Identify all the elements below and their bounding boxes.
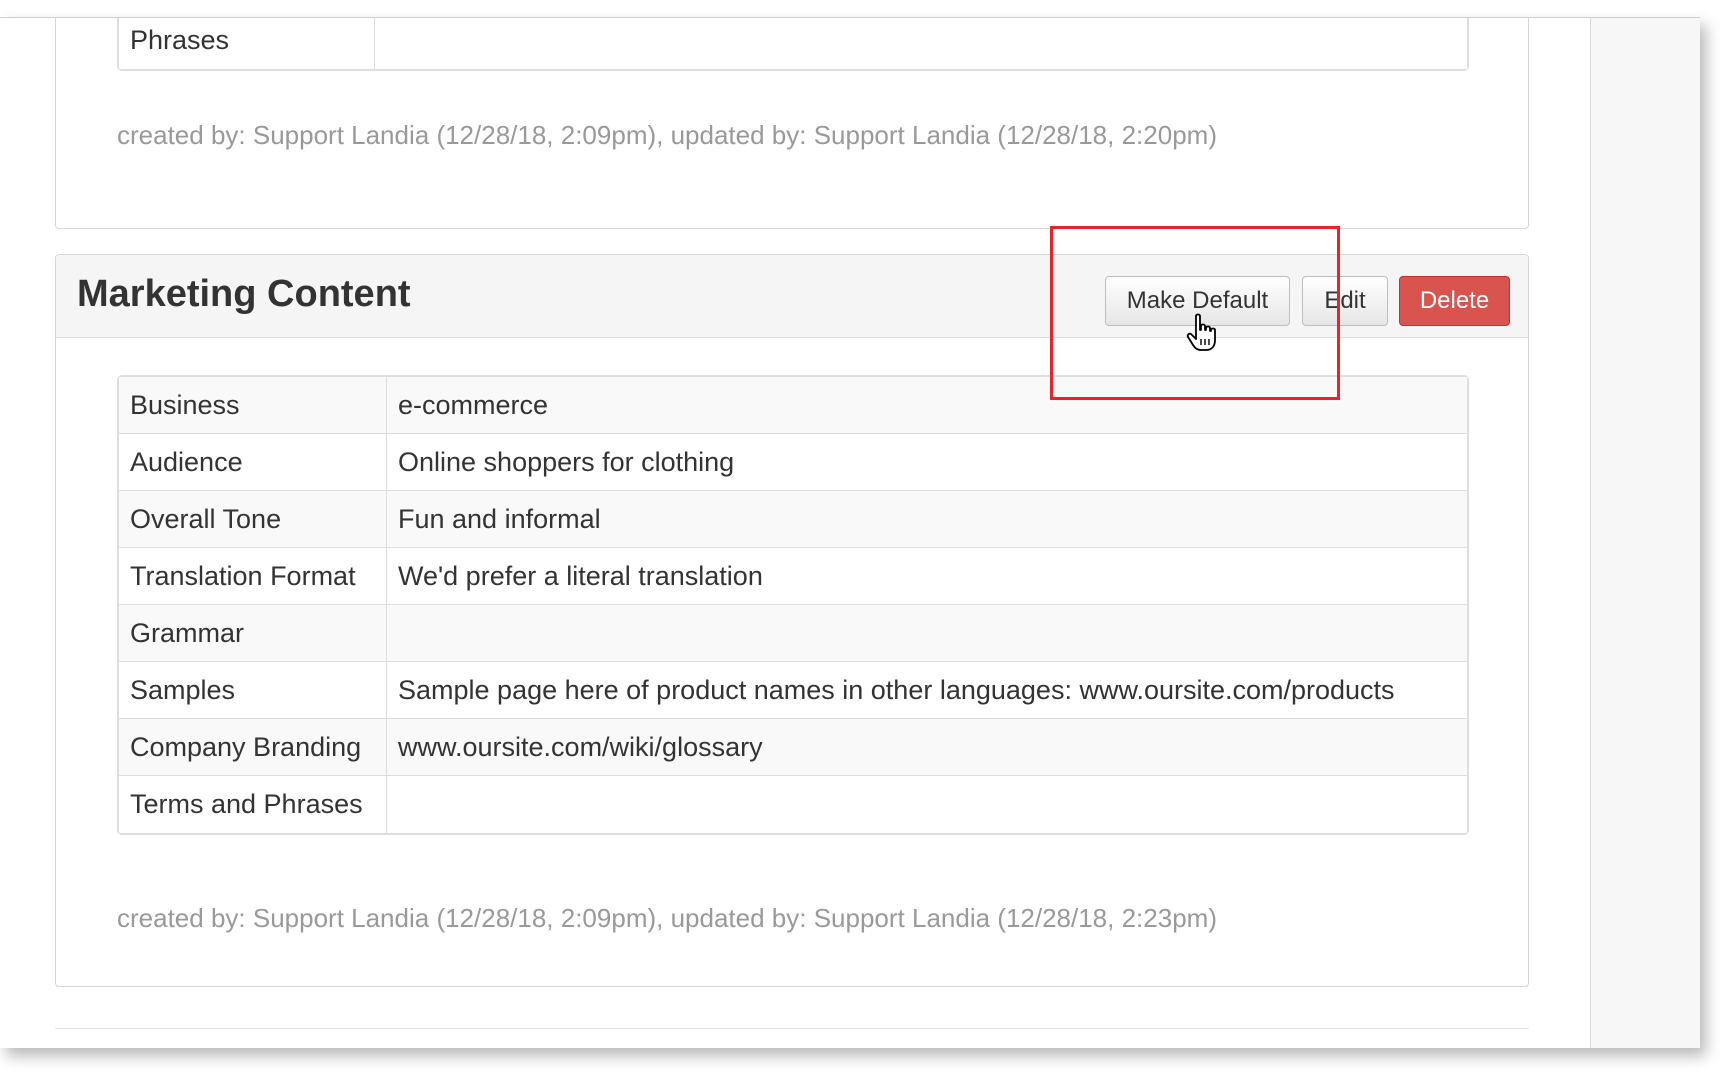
edit-button[interactable]: Edit	[1302, 276, 1388, 326]
row-label-samples: Samples	[119, 662, 387, 719]
row-value	[375, 18, 1467, 69]
properties-table: Phrases	[117, 18, 1469, 71]
row-label: Phrases	[119, 18, 375, 69]
table-row: Samples Sample page here of product name…	[119, 662, 1467, 719]
row-value-samples: Sample page here of product names in oth…	[387, 662, 1467, 719]
row-value-overall-tone: Fun and informal	[387, 491, 1467, 548]
table-row: Company Branding www.oursite.com/wiki/gl…	[119, 719, 1467, 776]
table-row: Business e-commerce	[119, 377, 1467, 434]
style-guide-panel-previous: Phrases created by: Support Landia (12/2…	[55, 18, 1529, 229]
app-window: Phrases created by: Support Landia (12/2…	[0, 17, 1700, 1048]
table-row: Audience Online shoppers for clothing	[119, 434, 1467, 491]
row-value-audience: Online shoppers for clothing	[387, 434, 1467, 491]
make-default-button[interactable]: Make Default	[1105, 276, 1290, 326]
row-label-business: Business	[119, 377, 387, 434]
row-value-translation-format: We'd prefer a literal translation	[387, 548, 1467, 605]
table-row: Terms and Phrases	[119, 776, 1467, 833]
row-label-overall-tone: Overall Tone	[119, 491, 387, 548]
style-guide-panel-marketing: Marketing Content Make Default Edit Dele…	[55, 254, 1529, 987]
row-label-terms-and-phrases: Terms and Phrases	[119, 776, 387, 833]
row-value-business: e-commerce	[387, 377, 1467, 434]
panel-title: Marketing Content	[77, 273, 411, 315]
row-value-terms-and-phrases	[387, 776, 1467, 833]
row-label-grammar: Grammar	[119, 605, 387, 662]
audit-info: created by: Support Landia (12/28/18, 2:…	[117, 120, 1217, 150]
table-row: Grammar	[119, 605, 1467, 662]
table-row: Overall Tone Fun and informal	[119, 491, 1467, 548]
row-value-company-branding: www.oursite.com/wiki/glossary	[387, 719, 1467, 776]
audit-info: created by: Support Landia (12/28/18, 2:…	[117, 903, 1217, 933]
table-row: Translation Format We'd prefer a literal…	[119, 548, 1467, 605]
delete-button[interactable]: Delete	[1399, 276, 1510, 326]
properties-table: Business e-commerce Audience Online shop…	[117, 375, 1469, 835]
right-sidebar	[1590, 18, 1700, 1048]
row-label-company-branding: Company Branding	[119, 719, 387, 776]
divider	[55, 1028, 1529, 1029]
row-label-audience: Audience	[119, 434, 387, 491]
row-value-grammar	[387, 605, 1467, 662]
row-label-translation-format: Translation Format	[119, 548, 387, 605]
table-row: Phrases	[119, 18, 1467, 69]
panel-heading: Marketing Content Make Default Edit Dele…	[56, 255, 1528, 338]
